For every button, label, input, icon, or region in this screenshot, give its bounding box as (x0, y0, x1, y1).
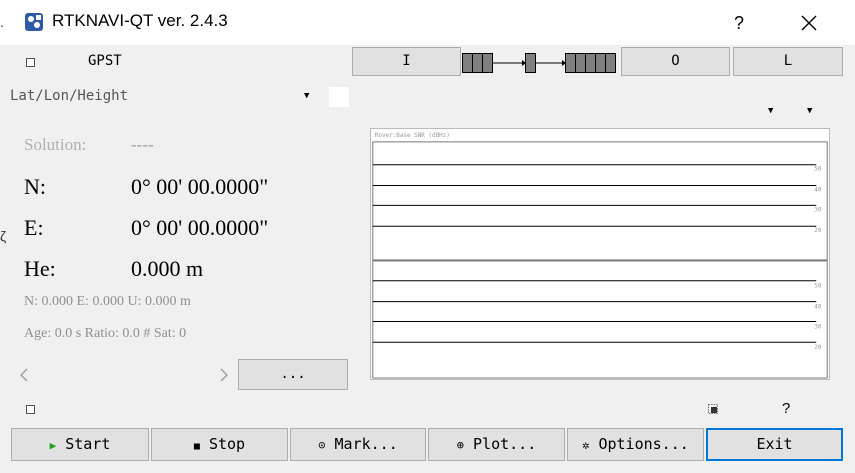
tick-top-30: 30 (814, 206, 822, 213)
tick-top-40: 40 (814, 187, 822, 194)
bottom-checkbox[interactable] (26, 405, 35, 414)
solution-format-select[interactable]: Lat/Lon/Height (10, 88, 320, 108)
background-glyph: ζ (0, 228, 7, 244)
stop-label: Stop (208, 435, 246, 453)
log-stream-button[interactable]: L (733, 47, 843, 76)
more-options-button[interactable]: ... (238, 359, 348, 390)
plot-title: Rover:Base SNR (dBHz) (375, 132, 450, 139)
snr-plot: Rover:Base SNR (dBHz) 50 40 30 20 50 40 … (370, 128, 830, 380)
plot-button[interactable]: ⊕ Plot... (428, 428, 565, 461)
tick-bottom-40: 40 (814, 304, 822, 311)
mark-label: Mark... (334, 435, 398, 453)
mark-button[interactable]: ⊙ Mark... (290, 428, 426, 461)
play-icon: ▶ (49, 439, 57, 452)
mark-icon: ⊙ (318, 438, 326, 452)
output-stream-button[interactable]: O (621, 47, 730, 76)
solution-color-indicator (329, 87, 349, 107)
longitude-label: E: (24, 215, 44, 240)
height-label: He: (24, 256, 56, 281)
tick-top-20: 20 (814, 227, 822, 234)
time-system-label: GPST (88, 53, 122, 69)
scroll-left-icon[interactable] (16, 366, 32, 384)
stream-indicator (462, 53, 616, 73)
help-button-bottom[interactable]: ? (782, 400, 790, 417)
stop-icon: ■ (193, 441, 200, 452)
satellite-dropdown-icon[interactable]: ▼ (807, 106, 812, 116)
latitude-label: N: (24, 174, 46, 199)
plot-icon: ⊕ (456, 438, 464, 452)
start-button[interactable]: ▶ Start (11, 428, 149, 461)
scroll-right-icon[interactable] (216, 366, 232, 384)
app-icon (25, 13, 43, 31)
gear-icon: ✲ (582, 438, 590, 452)
tick-top-50: 50 (814, 166, 822, 173)
latitude-value: 0° 00' 00.0000" (131, 174, 269, 199)
stop-button[interactable]: ■ Stop (151, 428, 288, 461)
solution-status: ---- (131, 135, 154, 154)
plot-label: Plot... (473, 435, 537, 453)
input-stream-button[interactable]: I (352, 47, 461, 76)
options-label: Options... (598, 435, 689, 453)
longitude-value: 0° 00' 00.0000" (131, 215, 269, 240)
plot-type-dropdown-icon[interactable]: ▼ (768, 106, 773, 116)
options-button[interactable]: ✲ Options... (567, 428, 704, 461)
exit-label: Exit (756, 435, 793, 453)
time-checkbox[interactable] (26, 58, 35, 67)
chevron-down-icon: ▼ (304, 91, 310, 101)
close-icon[interactable] (795, 9, 823, 37)
exit-button[interactable]: Exit (706, 428, 843, 461)
age-ratio-status: Age: 0.0 s Ratio: 0.0 # Sat: 0 (24, 326, 187, 341)
solution-label: Solution: (24, 135, 87, 154)
help-button[interactable]: ? (725, 10, 753, 36)
height-value: 0.000 m (131, 256, 204, 281)
tick-bottom-50: 50 (814, 283, 822, 290)
start-label: Start (65, 435, 111, 453)
enu-status: N: 0.000 E: 0.000 U: 0.000 m (24, 294, 191, 309)
background-text: . (0, 14, 4, 30)
dock-icon[interactable] (708, 404, 718, 414)
window-title: RTKNAVI-QT ver. 2.4.3 (52, 11, 228, 30)
tick-bottom-30: 30 (814, 323, 822, 330)
tick-bottom-20: 20 (814, 344, 822, 351)
